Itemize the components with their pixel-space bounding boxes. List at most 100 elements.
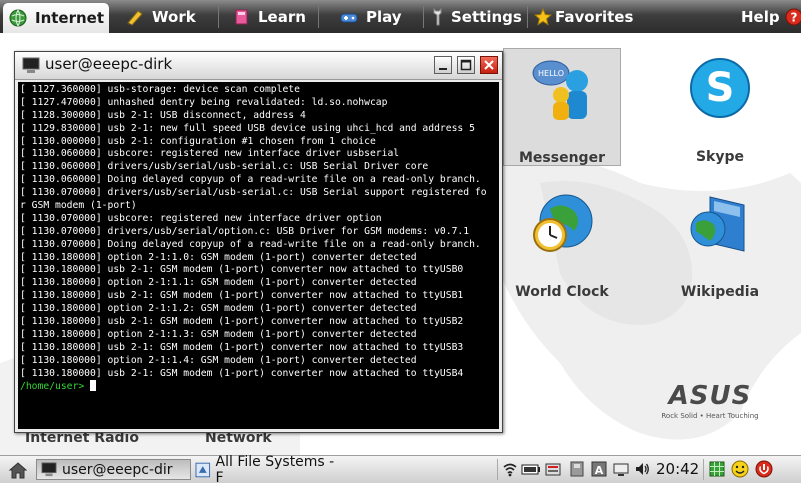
globe-icon	[9, 9, 27, 27]
tab-internet[interactable]: Internet	[3, 3, 109, 33]
tab-work[interactable]: Work	[120, 3, 210, 30]
clock[interactable]: 20:42	[656, 460, 699, 478]
book-icon	[232, 8, 250, 26]
terminal-line: [ 1130.180000] option 2-1:1.2: GSM modem…	[20, 303, 417, 315]
terminal-line: [ 1130.180000] option 2-1:1.3: GSM modem…	[20, 328, 417, 340]
terminal-line: [ 1130.070000] drivers/usb/serial/option…	[20, 225, 470, 237]
world-clock-icon	[533, 194, 593, 252]
terminal-line: [ 1130.180000] option 2-1:1.4: GSM modem…	[20, 354, 417, 366]
tab-label: Settings	[451, 7, 522, 26]
app-label: Wikipedia	[680, 284, 760, 300]
app-world-clock[interactable]: World Clock	[503, 183, 621, 301]
removable-disk-icon[interactable]	[569, 461, 585, 477]
close-button[interactable]	[480, 56, 498, 74]
svg-text:A: A	[595, 464, 604, 477]
asus-logo-text: ASUS	[667, 381, 752, 411]
tray-separator	[703, 459, 704, 480]
tab-favorites[interactable]: Favorites	[528, 3, 638, 30]
battery-icon[interactable]	[521, 461, 541, 477]
maximize-icon	[460, 59, 472, 71]
tab-play[interactable]: Play	[334, 3, 418, 30]
svg-text:S: S	[706, 65, 735, 111]
tab-settings[interactable]: Settings	[425, 3, 527, 30]
terminal-line: [ 1130.060000] usbcore: registered new i…	[20, 148, 400, 160]
input-method-icon[interactable]: A	[591, 461, 607, 477]
task-label: user@eeepc-dir	[62, 461, 173, 478]
pen-icon	[126, 8, 144, 26]
terminal-prompt-line[interactable]: /home/user>	[18, 380, 499, 394]
svg-text:?: ?	[790, 10, 797, 24]
minimize-button[interactable]	[434, 56, 452, 74]
app-skype[interactable]: S Skype	[661, 48, 779, 166]
smiley-icon[interactable]	[731, 460, 749, 478]
tab-label: Learn	[258, 7, 306, 26]
home-icon	[8, 461, 28, 478]
network-icon[interactable]	[502, 461, 518, 477]
terminal-line: [ 1129.830000] usb 2-1: new full speed U…	[20, 122, 475, 134]
terminal-line: [ 1130.180000] option 2-1:1.1: GSM modem…	[20, 277, 417, 289]
terminal-output[interactable]: [ 1127.360000] usb-storage: device scan …	[18, 82, 499, 429]
keyboard-icon[interactable]	[545, 461, 561, 477]
terminal-line: [ 1128.300000] usb 2-1: USB disconnect, …	[20, 109, 306, 121]
messenger-icon: HELLO	[532, 60, 588, 120]
gamepad-icon	[340, 8, 358, 26]
star-icon	[534, 7, 552, 26]
asus-tagline: Rock Solid • Heart Touching	[661, 412, 758, 420]
terminal-line: [ 1130.060000] Doing delayed copyup of a…	[20, 174, 481, 186]
terminal-line: [ 1127.470000] unhashed dentry being rev…	[20, 96, 388, 108]
terminal-line: [ 1130.000000] usb 2-1: configuration #1…	[20, 135, 376, 147]
file-manager-icon	[195, 462, 211, 477]
terminal-line: [ 1127.360000] usb-storage: device scan …	[20, 84, 300, 95]
terminal-line: [ 1130.180000] option 2-1:1.0: GSM modem…	[20, 251, 417, 263]
close-icon	[484, 60, 494, 70]
terminal-line: [ 1130.070000] Doing delayed copyup of a…	[20, 238, 481, 250]
tab-label: Internet	[35, 9, 105, 27]
terminal-line: r GSM modem (1-port)	[20, 200, 137, 212]
tab-label: Favorites	[555, 7, 634, 26]
app-label: World Clock	[515, 284, 609, 300]
task-file-manager[interactable]: All File Systems - F	[193, 454, 343, 486]
grid-icon[interactable]	[709, 461, 725, 477]
wikipedia-icon	[690, 196, 745, 252]
taskbar: user@eeepc-dir All File Systems - F A 20…	[0, 454, 801, 486]
terminal-line: [ 1130.070000] drivers/usb/serial/usb-se…	[20, 187, 487, 199]
top-tab-bar: Internet Work Learn Play Settings Favori…	[0, 0, 801, 34]
help-button[interactable]: Help ?	[735, 3, 801, 30]
terminal-line: [ 1130.180000] usb 2-1: GSM modem (1-por…	[20, 367, 464, 379]
tab-learn[interactable]: Learn	[226, 3, 316, 30]
terminal-icon	[22, 57, 40, 78]
hello-bubble-text: HELLO	[538, 69, 564, 78]
skype-icon: S	[690, 58, 750, 118]
terminal-line: [ 1130.180000] usb 2-1: GSM modem (1-por…	[20, 264, 464, 276]
terminal-icon	[41, 462, 57, 477]
terminal-cursor	[90, 380, 96, 392]
volume-icon[interactable]	[634, 461, 650, 477]
terminal-title: user@eeepc-dirk	[45, 55, 173, 73]
tab-label: Play	[366, 7, 402, 26]
terminal-window[interactable]: user@eeepc-dirk [ 1127.360000] usb-stora…	[14, 51, 503, 433]
app-wikipedia[interactable]: Wikipedia	[661, 183, 779, 301]
minimize-icon	[439, 68, 447, 70]
help-label: Help	[741, 7, 780, 26]
terminal-prompt: /home/user>	[20, 381, 85, 393]
terminal-line: [ 1130.070000] usbcore: registered new i…	[20, 212, 382, 224]
wrench-icon	[431, 7, 445, 26]
app-label: Messenger	[519, 150, 605, 166]
terminal-line: [ 1130.180000] usb 2-1: GSM modem (1-por…	[20, 341, 464, 353]
maximize-button[interactable]	[457, 56, 475, 74]
task-terminal[interactable]: user@eeepc-dir	[36, 459, 191, 480]
terminal-line: [ 1130.180000] usb 2-1: GSM modem (1-por…	[20, 316, 464, 328]
question-icon: ?	[785, 8, 801, 26]
terminal-line: [ 1130.060000] drivers/usb/serial/usb-se…	[20, 161, 429, 173]
app-messenger[interactable]: HELLO Messenger	[503, 48, 621, 166]
asus-logo: ASUS Rock Solid • Heart Touching	[661, 381, 758, 420]
task-label: All File Systems - F	[215, 453, 335, 486]
terminal-titlebar[interactable]: user@eeepc-dirk	[15, 52, 502, 80]
terminal-lines: [ 1127.360000] usb-storage: device scan …	[18, 82, 499, 380]
tab-label: Work	[152, 7, 196, 26]
home-button[interactable]	[8, 459, 34, 480]
power-icon[interactable]	[755, 460, 773, 478]
terminal-line: [ 1130.180000] usb 2-1: GSM modem (1-por…	[20, 290, 464, 302]
app-label: Skype	[695, 149, 745, 165]
display-icon[interactable]	[613, 461, 629, 477]
